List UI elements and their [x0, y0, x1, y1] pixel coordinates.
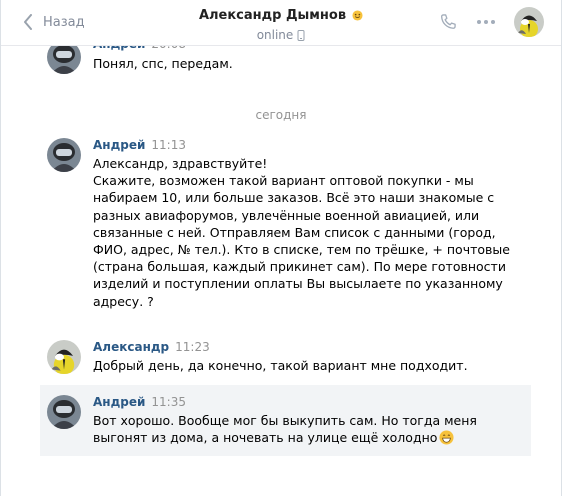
contact-name[interactable]: Александр Дымнов [199, 8, 346, 23]
phone-icon [441, 14, 456, 29]
grin-emoji-icon [439, 430, 454, 445]
smile-emoji-icon [352, 10, 363, 21]
message-text: Понял, спс, передам. [93, 56, 233, 71]
chat-title: Александр Дымнов online [161, 8, 401, 42]
online-status: online [256, 28, 294, 42]
chat-header: Назад Александр Дымнов online [1, 0, 561, 46]
avatar[interactable] [47, 340, 81, 374]
more-button[interactable] [476, 13, 496, 35]
message-text: Александр, здравствуйте! Скажите, возмож… [93, 156, 510, 309]
message-text: Вот хорошо. Вообще мог бы выкупить сам. … [93, 413, 481, 446]
pilot-avatar-icon [47, 395, 81, 429]
chat-window: Назад Александр Дымнов online Понял, спс… [0, 0, 562, 496]
bird-avatar-icon [47, 340, 81, 374]
message-author[interactable]: Александр [93, 340, 169, 354]
back-label: Назад [43, 14, 85, 30]
message-text-wrap: Вот хорошо. Вообще мог бы выкупить сам. … [93, 412, 531, 446]
back-button[interactable]: Назад [23, 10, 85, 34]
message-author[interactable]: Андрей [93, 138, 145, 152]
message-time: 11:23 [175, 340, 210, 354]
message-time: 11:35 [151, 395, 186, 409]
more-icon [477, 20, 495, 24]
avatar[interactable] [47, 395, 81, 429]
bird-avatar-icon [514, 7, 544, 37]
contact-avatar[interactable] [514, 7, 544, 37]
call-button[interactable] [438, 12, 458, 36]
message-author[interactable]: Андрей [93, 395, 145, 409]
pilot-avatar-icon [47, 138, 81, 172]
message-time: 11:13 [151, 138, 186, 152]
mobile-icon [297, 29, 305, 41]
avatar[interactable] [47, 138, 81, 172]
date-divider: сегодня [255, 108, 307, 122]
message-text: Добрый день, да конечно, такой вариант м… [93, 358, 468, 373]
chevron-left-icon [24, 14, 32, 30]
